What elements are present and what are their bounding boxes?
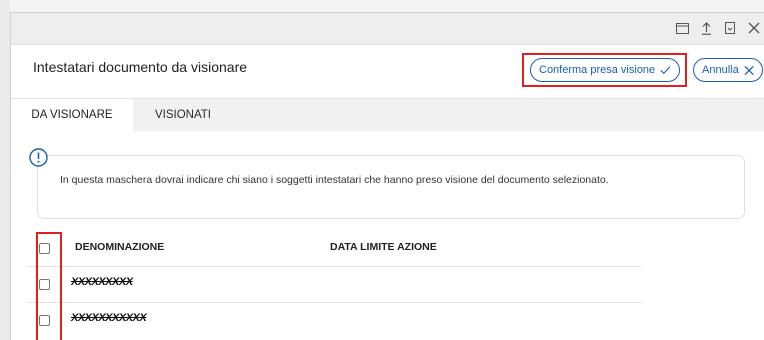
column-header-denominazione: DENOMINAZIONE xyxy=(75,241,165,253)
confirm-view-button[interactable]: Conferma presa visione xyxy=(530,58,680,82)
exclamation-circle-icon xyxy=(29,148,48,167)
check-icon xyxy=(660,66,671,75)
info-box: In questa maschera dovrai indicare chi s… xyxy=(37,155,745,219)
confirm-view-label: Conferma presa visione xyxy=(539,64,656,76)
cancel-button[interactable]: Annulla xyxy=(693,58,763,82)
table-row: XXXXXXXXXXX xyxy=(27,303,642,339)
upload-icon[interactable] xyxy=(697,19,715,37)
cancel-label: Annulla xyxy=(702,64,739,76)
table-row: XXXXXXXXX xyxy=(27,267,642,303)
close-x-icon xyxy=(744,65,754,75)
tab-da-visionare[interactable]: DA VISIONARE xyxy=(11,99,133,131)
cell-denominazione: XXXXXXXXX xyxy=(71,276,133,288)
info-message: In questa maschera dovrai indicare chi s… xyxy=(60,174,609,186)
bookmark-icon[interactable] xyxy=(721,19,739,37)
tab-bar: DA VISIONARE VISIONATI xyxy=(11,99,764,131)
close-icon[interactable] xyxy=(745,19,763,37)
window-titlebar xyxy=(11,13,764,45)
restore-window-icon[interactable] xyxy=(673,19,691,37)
checkbox-highlight-annotation xyxy=(36,232,62,340)
tab-visionati[interactable]: VISIONATI xyxy=(133,99,233,131)
dialog-window: Intestatari documento da visionare Confe… xyxy=(10,12,764,340)
column-header-data-limite: DATA LIMITE AZIONE xyxy=(330,241,437,253)
page-title: Intestatari documento da visionare xyxy=(33,59,248,75)
left-edge-panel xyxy=(0,0,10,340)
top-band xyxy=(10,0,764,12)
dialog-header: Intestatari documento da visionare Confe… xyxy=(11,45,764,99)
cell-denominazione: XXXXXXXXXXX xyxy=(71,312,147,324)
table-header-row: DENOMINAZIONE DATA LIMITE AZIONE xyxy=(27,229,642,267)
